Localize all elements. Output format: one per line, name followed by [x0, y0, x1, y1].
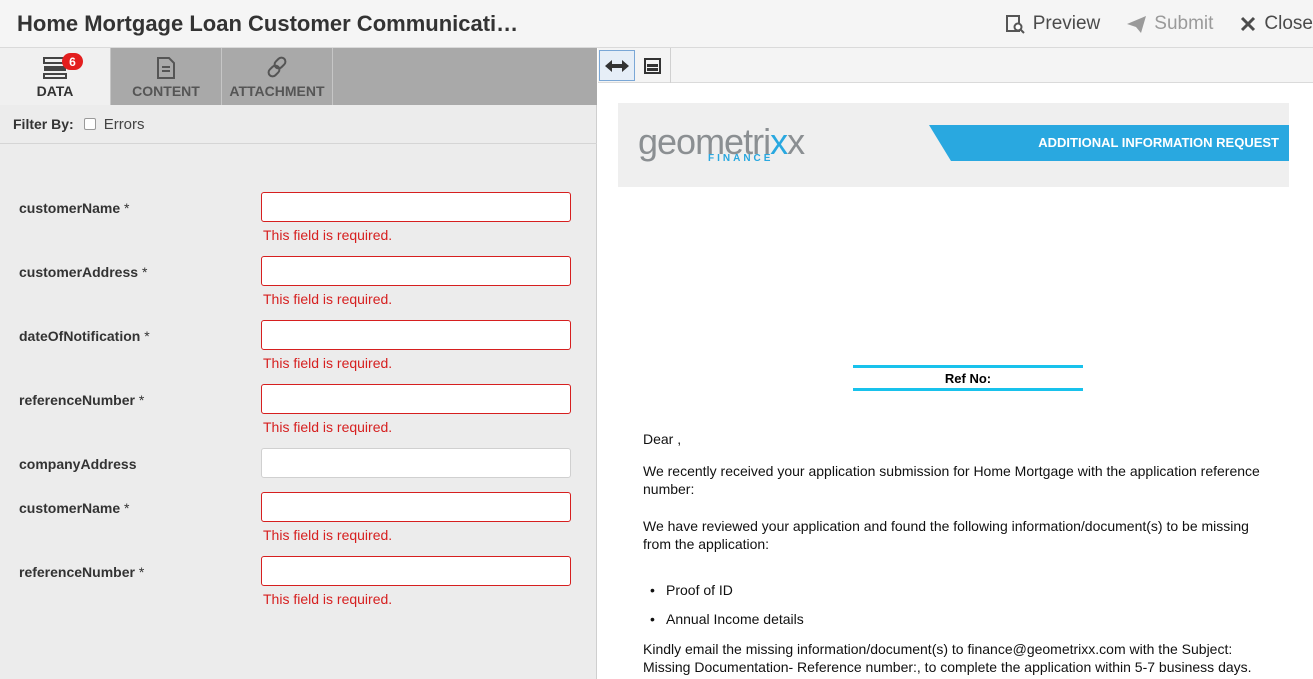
- letter-paragraph: We recently received your application su…: [643, 463, 1260, 497]
- page-title: Home Mortgage Loan Customer Communicati…: [17, 11, 519, 36]
- preview-icon: [1005, 14, 1025, 34]
- list-item: Proof of ID: [648, 581, 804, 599]
- reference-number-input[interactable]: [261, 384, 571, 414]
- header-actions: Preview Submit Close: [979, 0, 1313, 48]
- letter-paragraph: Kindly email the missing information/doc…: [643, 641, 1252, 675]
- document-icon: [157, 57, 175, 79]
- customer-name-input[interactable]: [261, 192, 571, 222]
- field-error: This field is required.: [263, 419, 393, 435]
- missing-items-list: Proof of ID Annual Income details: [648, 581, 804, 639]
- preview-panel: geometrixx FINANCE ADDITIONAL INFORMATIO…: [598, 48, 1313, 679]
- submit-button[interactable]: Submit: [1127, 13, 1213, 35]
- date-of-notification-input[interactable]: [261, 320, 571, 350]
- tab-attachment-label: ATTACHMENT: [229, 83, 325, 99]
- company-address-input[interactable]: [261, 448, 571, 478]
- tab-data-label: DATA: [36, 83, 74, 99]
- logo-subtitle: FINANCE: [708, 153, 774, 164]
- close-button[interactable]: Close: [1240, 13, 1313, 35]
- field-error: This field is required.: [263, 291, 393, 307]
- error-count-badge: 6: [62, 53, 83, 70]
- field-label: customerName *: [19, 200, 130, 216]
- errors-filter-label: Errors: [103, 115, 145, 133]
- toggle-width-button[interactable]: [599, 50, 635, 81]
- data-panel: 6 DATA CONTENT ATTACHMENT Filter By: Err…: [0, 48, 597, 679]
- panel-layout-icon: [644, 57, 661, 74]
- letter-banner: geometrixx FINANCE ADDITIONAL INFORMATIO…: [618, 103, 1289, 187]
- submit-label: Submit: [1154, 13, 1214, 34]
- tab-content-label: CONTENT: [132, 83, 200, 99]
- filter-label: Filter By:: [13, 116, 74, 132]
- field-label: customerAddress *: [19, 264, 148, 280]
- tab-content[interactable]: CONTENT: [111, 48, 222, 105]
- reference-number-input-2[interactable]: [261, 556, 571, 586]
- link-icon: [267, 56, 287, 78]
- preview-label: Preview: [1032, 13, 1101, 34]
- field-label: dateOfNotification *: [19, 328, 150, 344]
- list-item: Annual Income details: [648, 610, 804, 628]
- tab-attachment[interactable]: ATTACHMENT: [222, 48, 333, 105]
- errors-checkbox[interactable]: [83, 118, 96, 130]
- tab-data[interactable]: 6 DATA: [0, 48, 111, 105]
- preview-button[interactable]: Preview: [1005, 13, 1101, 35]
- letter-greeting: Dear ,: [643, 431, 682, 447]
- banner-title: ADDITIONAL INFORMATION REQUEST: [1038, 135, 1279, 150]
- arrows-horizontal-icon: [605, 59, 629, 72]
- field-label: referenceNumber *: [19, 564, 145, 580]
- field-error: This field is required.: [263, 591, 393, 607]
- ref-no-box: Ref No:: [853, 365, 1083, 391]
- field-label: customerName *: [19, 500, 130, 516]
- close-label: Close: [1264, 13, 1313, 34]
- app-header: Home Mortgage Loan Customer Communicati……: [0, 0, 1313, 48]
- letter-paragraph: We have reviewed your application and fo…: [643, 518, 1249, 552]
- toolbar-divider: [670, 48, 671, 83]
- field-error: This field is required.: [263, 527, 393, 543]
- layout-toggle-button[interactable]: [635, 50, 671, 81]
- preview-toolbar: [598, 48, 1313, 83]
- customer-name-input-2[interactable]: [261, 492, 571, 522]
- field-error: This field is required.: [263, 355, 393, 371]
- customer-address-input[interactable]: [261, 256, 571, 286]
- filter-bar: Filter By: Errors: [0, 105, 597, 144]
- field-label: referenceNumber *: [19, 392, 145, 408]
- send-icon: [1127, 15, 1147, 33]
- close-icon: [1241, 16, 1256, 32]
- field-error: This field is required.: [263, 227, 393, 243]
- panel-tabs: 6 DATA CONTENT ATTACHMENT: [0, 48, 597, 105]
- field-label: companyAddress: [19, 456, 137, 472]
